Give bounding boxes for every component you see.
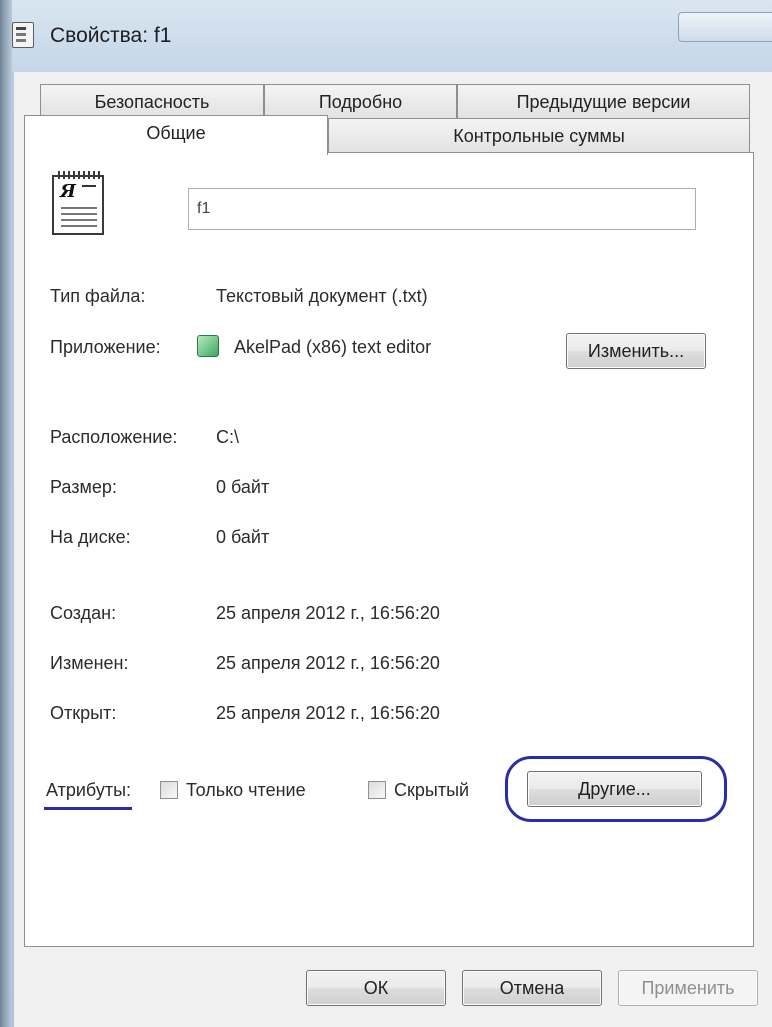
- other-attributes-button[interactable]: Другие...: [527, 771, 702, 807]
- ok-button[interactable]: ОК: [306, 970, 446, 1006]
- text-document-icon: Я: [52, 171, 104, 235]
- readonly-label[interactable]: Только чтение: [186, 780, 306, 801]
- file-type-value: Текстовый документ (.txt): [216, 286, 428, 306]
- created-label: Создан:: [50, 603, 117, 623]
- readonly-checkbox[interactable]: [160, 781, 178, 799]
- separator: [44, 572, 694, 573]
- attributes-label: Атрибуты:: [46, 780, 132, 800]
- application-label: Приложение:: [50, 337, 161, 357]
- notepad-rings: [58, 171, 100, 179]
- application-value: AkelPad (x86) text editor: [234, 337, 432, 357]
- modified-value: 25 апреля 2012 г., 16:56:20: [216, 653, 440, 673]
- document-dash: [82, 185, 96, 187]
- cancel-button[interactable]: Отмена: [462, 970, 602, 1006]
- hidden-checkbox[interactable]: [368, 781, 386, 799]
- size-on-disk-label: На диске:: [50, 527, 131, 547]
- opened-value: 25 апреля 2012 г., 16:56:20: [216, 703, 440, 723]
- separator: [44, 395, 694, 396]
- file-type-label: Тип файла:: [50, 286, 146, 306]
- size-on-disk-value: 0 байт: [216, 527, 270, 547]
- apply-button[interactable]: Применить: [618, 970, 758, 1006]
- created-value: 25 апреля 2012 г., 16:56:20: [216, 603, 440, 623]
- size-value: 0 байт: [216, 477, 270, 497]
- modified-label: Изменен:: [50, 653, 129, 673]
- location-value: C:\: [216, 427, 240, 447]
- general-content: Я Тип файла: Текстовый документ (.txt) П…: [0, 0, 772, 1027]
- size-label: Размер:: [50, 477, 117, 497]
- hidden-label[interactable]: Скрытый: [394, 780, 469, 801]
- location-label: Расположение:: [50, 427, 178, 447]
- akelpad-app-icon: [197, 335, 219, 357]
- change-app-button[interactable]: Изменить...: [566, 333, 706, 369]
- document-glyph: Я: [60, 181, 76, 202]
- document-lines: [61, 207, 97, 229]
- file-name-input[interactable]: [188, 188, 696, 230]
- annotation-underline: [44, 807, 132, 810]
- separator: [44, 745, 694, 746]
- opened-label: Открыт:: [50, 703, 117, 723]
- separator: [44, 255, 694, 256]
- properties-window: Свойства: f1 Безопасность Подробно Преды…: [0, 0, 772, 1027]
